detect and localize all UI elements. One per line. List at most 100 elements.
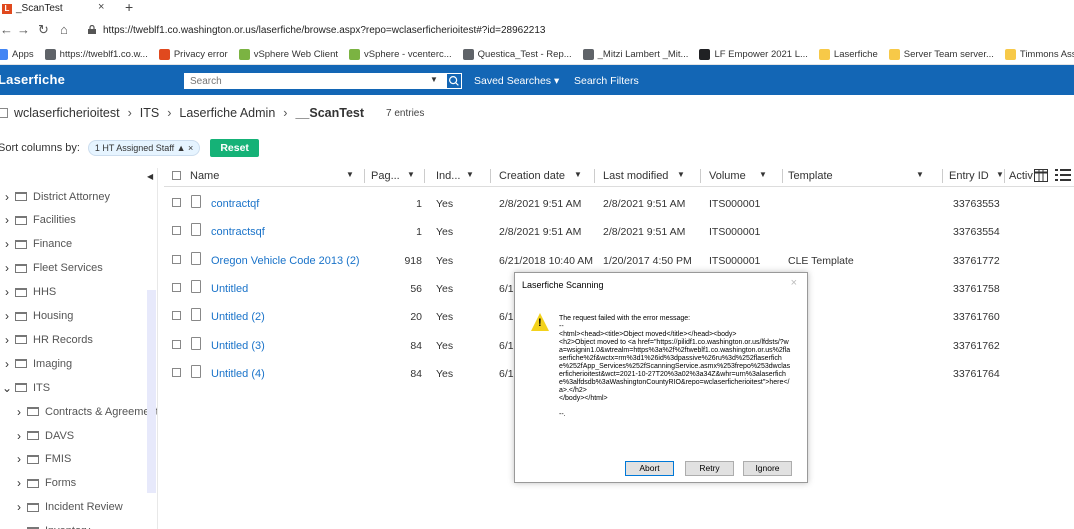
url-text[interactable]: https://tweblf1.co.washington.or.us/lase… [103, 25, 546, 36]
bookmark-item[interactable]: Timmons Asset Mg... [1004, 48, 1074, 60]
tree-item[interactable]: › Inventory [14, 520, 90, 529]
breadcrumb-laserfiche-admin[interactable]: Laserfiche Admin [179, 106, 275, 120]
column-active[interactable]: Activ [1009, 170, 1033, 182]
entry-name-link[interactable]: Untitled (3) [211, 340, 265, 352]
forward-arrow-icon[interactable]: → [17, 22, 30, 37]
tree-expand-icon[interactable]: › [2, 309, 12, 323]
row-checkbox[interactable] [172, 198, 181, 207]
tree-expand-icon[interactable]: › [14, 405, 24, 419]
retry-button[interactable]: Retry [685, 461, 734, 476]
column-picker-icon[interactable] [1034, 169, 1048, 182]
bookmark-item[interactable]: Server Team server... [888, 48, 994, 60]
list-view-icon[interactable] [1055, 168, 1071, 183]
entry-name-link[interactable]: contractsqf [211, 226, 265, 238]
table-row[interactable]: contractqf 1 Yes 2/8/2021 9:51 AM 2/8/2021 9… [164, 189, 1074, 217]
tree-expand-icon[interactable]: › [14, 476, 24, 490]
column-last-modified[interactable]: Last modified [603, 170, 668, 182]
column-template[interactable]: Template [788, 170, 833, 182]
tree-item[interactable]: › Contracts & Agreements [14, 400, 157, 423]
column-pages[interactable]: Pag... [371, 170, 400, 182]
bookmark-item[interactable]: LF Empower 2021 L... [699, 48, 808, 60]
bookmark-item[interactable]: vSphere - vcenterc... [349, 48, 452, 60]
tree-expand-icon[interactable]: › [2, 285, 12, 299]
tree-expand-icon[interactable]: › [14, 452, 24, 466]
filter-icon[interactable]: ▼ [916, 170, 924, 179]
select-all-checkbox[interactable] [0, 108, 8, 118]
tree-expand-icon[interactable]: › [2, 333, 12, 347]
back-arrow-icon[interactable]: ← [0, 22, 13, 37]
tree-item[interactable]: › Housing [2, 305, 73, 328]
filter-icon[interactable]: ▼ [996, 170, 1004, 179]
bookmark-item[interactable]: Apps [0, 48, 34, 60]
table-row[interactable]: contractsqf 1 Yes 2/8/2021 9:51 AM 2/8/2021 … [164, 217, 1074, 245]
bookmark-item[interactable]: Privacy error [158, 48, 228, 60]
tree-item[interactable]: › HR Records [2, 328, 93, 351]
tree-expand-icon[interactable]: › [2, 213, 12, 227]
reload-icon[interactable]: ↻ [38, 22, 49, 38]
tree-item[interactable]: › Finance [2, 233, 72, 256]
abort-button[interactable]: Abort [625, 461, 674, 476]
tree-expand-icon[interactable]: › [2, 357, 12, 371]
search-icon[interactable] [446, 73, 462, 89]
filter-icon[interactable]: ▼ [677, 170, 685, 179]
filter-icon[interactable]: ▼ [407, 170, 415, 179]
new-tab-button[interactable]: + [125, 0, 133, 15]
tree-item[interactable]: › Facilities [2, 209, 76, 232]
tree-item[interactable]: › Forms [14, 472, 76, 495]
saved-searches-menu[interactable]: Saved Searches ▾ [474, 75, 559, 87]
bookmark-item[interactable]: vSphere Web Client [238, 48, 338, 60]
entry-name-link[interactable]: contractqf [211, 198, 259, 210]
search-input[interactable] [184, 73, 446, 89]
entry-name-link[interactable]: Oregon Vehicle Code 2013 (2) [211, 255, 360, 267]
column-name[interactable]: Name [190, 170, 219, 182]
laserfiche-logo[interactable]: Laserfiche [0, 72, 65, 87]
row-checkbox[interactable] [172, 311, 181, 321]
filter-icon[interactable]: ▼ [466, 170, 474, 179]
entry-name-link[interactable]: Untitled (4) [211, 368, 265, 380]
entry-name-link[interactable]: Untitled (2) [211, 311, 265, 323]
ignore-button[interactable]: Ignore [743, 461, 792, 476]
header-checkbox[interactable] [172, 171, 181, 180]
breadcrumb-its[interactable]: ITS [140, 106, 159, 120]
tree-item[interactable]: › Imaging [2, 352, 72, 375]
row-checkbox[interactable] [172, 339, 181, 349]
tab-close-icon[interactable]: × [98, 1, 104, 13]
bookmark-item[interactable]: Questica_Test - Rep... [462, 48, 572, 60]
tree-item[interactable]: › District Attorney [2, 185, 110, 208]
browser-tab[interactable]: L _ScanTest × [0, 0, 180, 17]
collapse-panel-icon[interactable]: ◀ [147, 172, 153, 181]
home-icon[interactable]: ⌂ [60, 22, 68, 37]
bookmark-item[interactable]: Laserfiche [818, 48, 878, 60]
row-checkbox[interactable] [172, 226, 181, 236]
tree-expand-icon[interactable]: › [2, 237, 12, 251]
search-filters-link[interactable]: Search Filters [574, 75, 639, 87]
row-checkbox[interactable] [172, 367, 181, 377]
tree-expand-icon[interactable]: › [2, 261, 12, 275]
column-indexed[interactable]: Ind... [436, 170, 460, 182]
column-creation-date[interactable]: Creation date [499, 170, 565, 182]
sort-chip[interactable]: 1 HT Assigned Staff ▲ × [87, 140, 201, 156]
row-checkbox[interactable] [172, 254, 181, 264]
tree-scrollbar[interactable] [147, 290, 156, 493]
tree-item[interactable]: ⌄ ITS [2, 376, 50, 399]
tree-item[interactable]: › Incident Review [14, 496, 123, 519]
table-row[interactable]: Oregon Vehicle Code 2013 (2) 918 Yes 6/21/2… [164, 246, 1074, 274]
tree-expand-icon[interactable]: › [2, 190, 12, 204]
filter-icon[interactable]: ▼ [759, 170, 767, 179]
bookmark-item[interactable]: _Mitzi Lambert _Mit... [582, 48, 688, 60]
dialog-close-icon[interactable]: × [791, 277, 797, 289]
column-entry-id[interactable]: Entry ID [949, 170, 989, 182]
search-dropdown-icon[interactable]: ▼ [430, 75, 438, 84]
breadcrumb-repo[interactable]: wclaserficherioitest [14, 106, 120, 120]
tree-expand-icon[interactable]: ⌄ [2, 381, 12, 395]
tree-item[interactable]: › DAVS [14, 424, 74, 447]
column-volume[interactable]: Volume [709, 170, 746, 182]
tree-item[interactable]: › HHS [2, 281, 56, 304]
reset-button[interactable]: Reset [210, 139, 259, 157]
filter-icon[interactable]: ▼ [574, 170, 582, 179]
filter-icon[interactable]: ▼ [346, 170, 354, 179]
bookmark-item[interactable]: https://tweblf1.co.w... [44, 48, 148, 60]
tree-item[interactable]: › FMIS [14, 448, 71, 471]
tree-item[interactable]: › Fleet Services [2, 257, 103, 280]
tree-expand-icon[interactable]: › [14, 524, 24, 529]
